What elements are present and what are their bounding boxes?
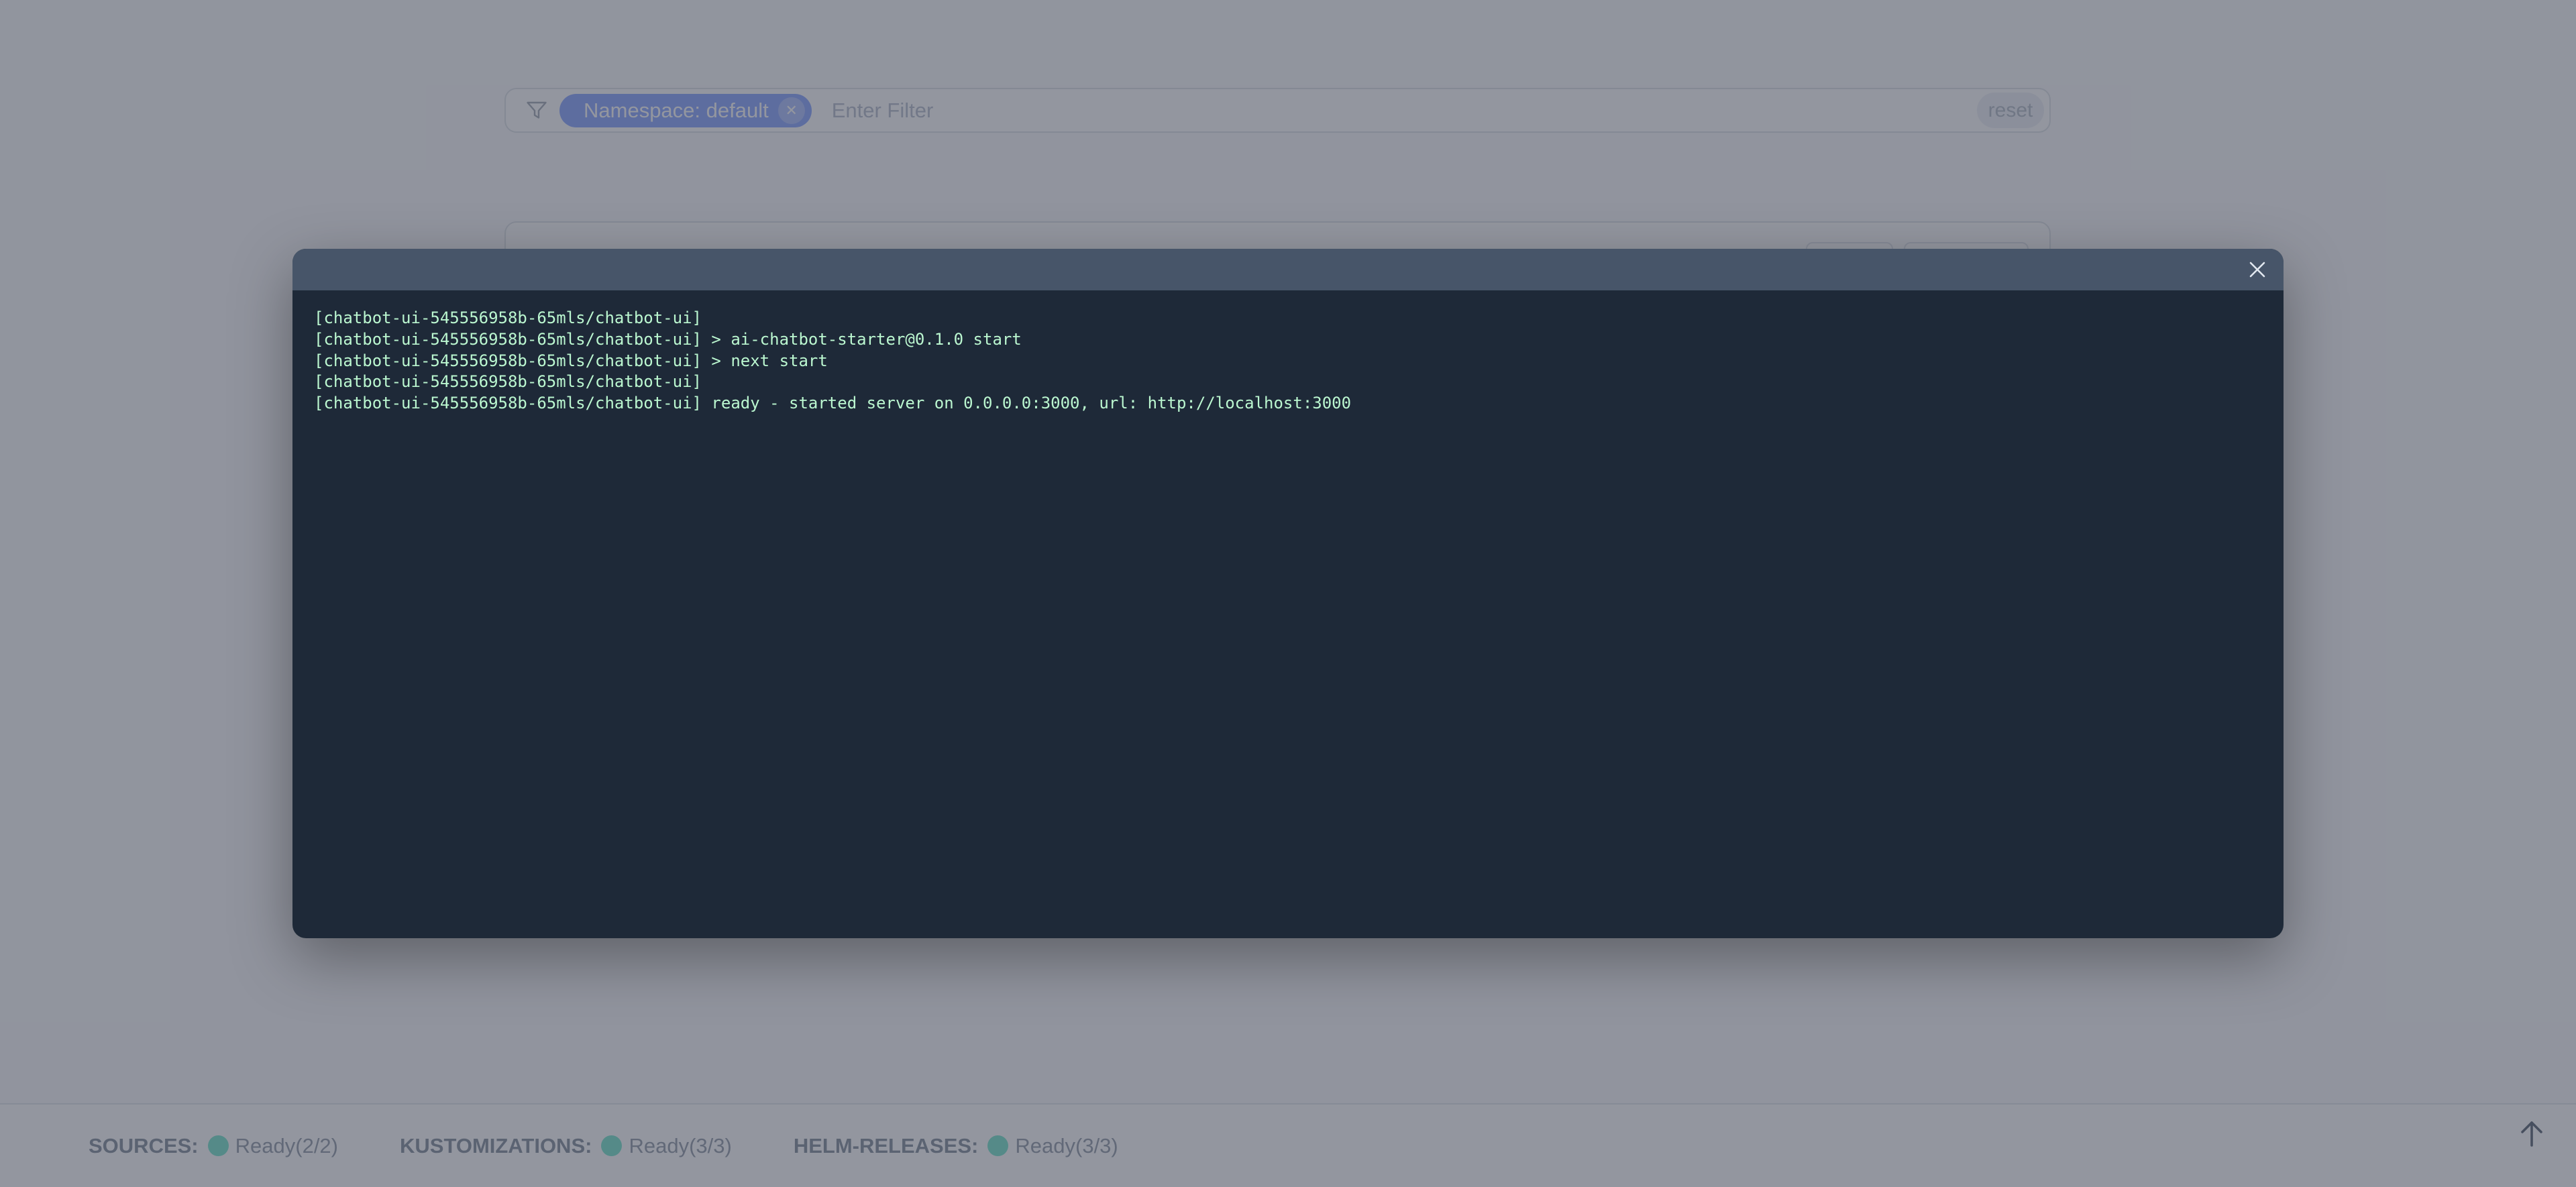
pod-logs-modal: [chatbot-ui-545556958b-65mls/chatbot-ui]… <box>292 249 2284 938</box>
log-line: [chatbot-ui-545556958b-65mls/chatbot-ui] <box>314 308 2262 329</box>
modal-close-button[interactable] <box>2241 253 2274 286</box>
app-root: Namespace: default ✕ Enter Filter reset … <box>0 0 2576 1187</box>
close-x-icon <box>2246 258 2269 281</box>
log-terminal[interactable]: [chatbot-ui-545556958b-65mls/chatbot-ui]… <box>292 290 2284 432</box>
log-line: [chatbot-ui-545556958b-65mls/chatbot-ui] <box>314 372 2262 393</box>
log-line: [chatbot-ui-545556958b-65mls/chatbot-ui]… <box>314 393 2262 414</box>
log-line: [chatbot-ui-545556958b-65mls/chatbot-ui]… <box>314 329 2262 351</box>
modal-header <box>292 249 2284 290</box>
log-line: [chatbot-ui-545556958b-65mls/chatbot-ui]… <box>314 351 2262 372</box>
